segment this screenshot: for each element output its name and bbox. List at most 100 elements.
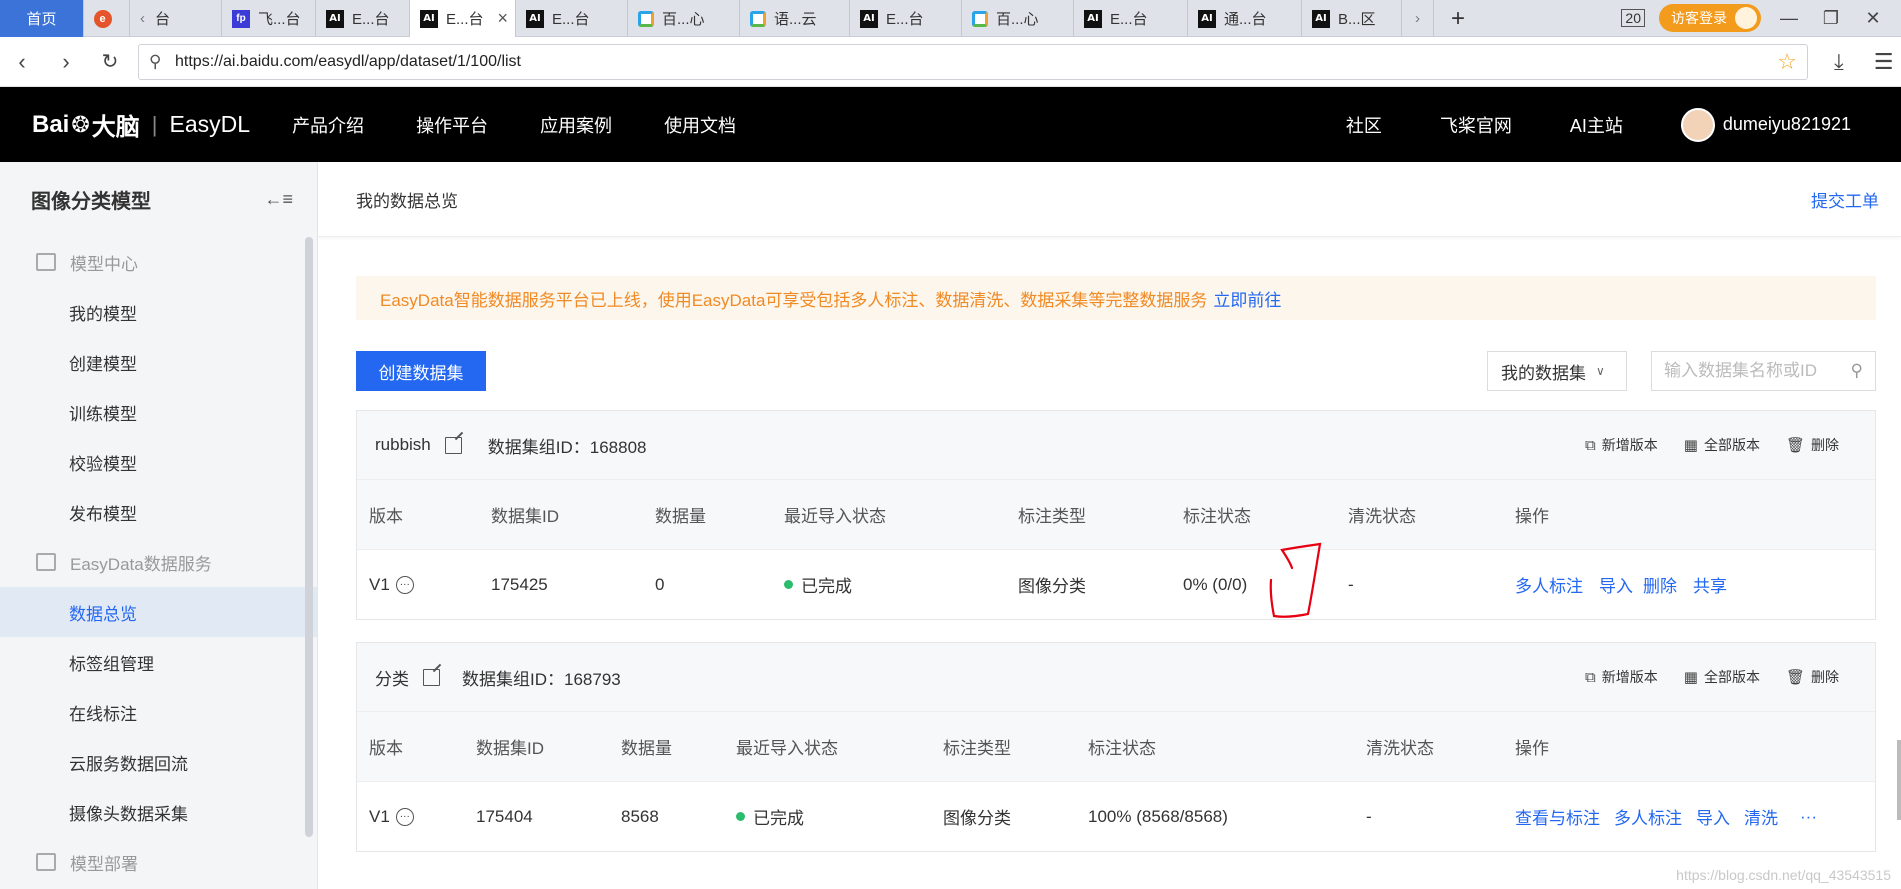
search-icon[interactable]: ⚲ [1851,361,1863,381]
tab-home[interactable]: 首页 [0,0,84,37]
add-version-button[interactable]: ⧉ 新增版本 [1585,667,1658,687]
restore-icon[interactable]: ❐ [1817,8,1845,29]
forward-icon[interactable]: › [44,49,88,75]
tab-label: 语...云 [774,11,817,28]
nav-community[interactable]: 社区 [1346,112,1382,138]
view-annotate-link[interactable]: 查看与标注 [1515,804,1600,829]
all-versions-button[interactable]: ▦ 全部版本 [1684,667,1760,687]
import-status-text: 已完成 [801,577,852,596]
baidu-brain-logo[interactable]: Bai ❂ 大脑 | EasyDL [32,107,250,142]
tab-scroll-right-icon[interactable]: › [1402,0,1434,37]
clean-link[interactable]: 清洗 [1744,804,1778,829]
nav-platform[interactable]: 操作平台 [416,112,488,138]
tab-label: 通...台 [1224,11,1267,28]
collapse-menu-icon[interactable]: ←≡ [264,189,293,210]
col-header: 版本 [369,507,403,526]
delete-group-button[interactable]: 🗑 删除 [1786,435,1839,455]
sidebar-item-data-overview[interactable]: 数据总览 [0,587,317,637]
tab-3[interactable]: fp 飞...台 [222,0,316,37]
more-icon[interactable]: ··· [395,807,414,826]
create-dataset-button[interactable]: 创建数据集 [356,351,486,391]
delete-link[interactable]: 删除 [1643,572,1677,597]
sidebar-item-camera-collection[interactable]: 摄像头数据采集 [0,787,317,837]
url-input[interactable]: ⚲ https://ai.baidu.com/easydl/app/datase… [138,43,1808,80]
sidebar-item-validate-model[interactable]: 校验模型 [0,437,317,487]
sidebar-item-my-models[interactable]: 我的模型 [0,287,317,337]
tab-13[interactable]: AI B...区 [1302,0,1402,37]
import-link[interactable]: 导入 [1599,572,1633,597]
menu-icon[interactable]: ☰ [1874,49,1894,75]
tab-red-app[interactable]: e [84,0,130,37]
submit-ticket-link[interactable]: 提交工单 [1811,187,1879,212]
sidebar-item-online-annotation[interactable]: 在线标注 [0,687,317,737]
tab-11[interactable]: AI E...台 [1074,0,1188,37]
import-link[interactable]: 导入 [1696,804,1730,829]
sidebar-item-cloud-backflow[interactable]: 云服务数据回流 [0,737,317,787]
close-icon[interactable]: × [498,8,509,29]
multi-annotate-link[interactable]: 多人标注 [1614,804,1682,829]
download-icon[interactable]: ⤓ [1834,49,1844,75]
ai-icon: AI [526,9,544,28]
visitor-login-button[interactable]: 访客登录 [1659,4,1761,32]
page-scrollbar[interactable] [1897,740,1901,820]
tab-10[interactable]: 百...心 [962,0,1074,37]
nav-paddle[interactable]: 飞桨官网 [1440,112,1512,138]
visitor-login-label: 访客登录 [1671,10,1727,26]
new-tab-plus-icon[interactable]: + [1434,0,1482,37]
nav-docs[interactable]: 使用文档 [664,112,736,138]
main-content: 我的数据总览 提交工单 EasyData智能数据服务平台已上线，使用EasyDa… [318,162,1901,889]
watermark: https://blog.csdn.net/qq_43543515 [1676,867,1891,883]
star-icon[interactable]: ☆ [1777,49,1797,75]
label-status: 100% (8568/8568) [1088,806,1228,826]
more-ops-icon[interactable]: ··· [1800,807,1817,827]
notice-go-link[interactable]: 立即前往 [1213,286,1281,311]
version-label: V1 [369,806,390,826]
sidebar-group-easydata[interactable]: EasyData数据服务 [0,537,317,587]
ai-icon: AI [326,9,344,28]
tab-2[interactable]: ‹ 台 [130,0,222,37]
page-title: 我的数据总览 [356,191,458,211]
sidebar-group-model-center[interactable]: 模型中心 [0,237,317,287]
sidebar-scrollbar[interactable] [305,237,313,837]
tab-8[interactable]: 语...云 [740,0,850,37]
all-versions-button[interactable]: ▦ 全部版本 [1684,435,1760,455]
sidebar-item-label-groups[interactable]: 标签组管理 [0,637,317,687]
reload-icon[interactable]: ↻ [88,49,132,74]
edit-icon[interactable] [423,668,440,686]
tab-12[interactable]: AI 通...台 [1188,0,1302,37]
tab-4[interactable]: AI E...台 [316,0,410,37]
tab-7[interactable]: 百...心 [628,0,740,37]
group-label: 模型部署 [70,854,138,874]
edit-icon[interactable] [444,436,462,454]
nav-cases[interactable]: 应用案例 [540,112,612,138]
search-input[interactable] [1664,361,1834,381]
tab-6[interactable]: AI E...台 [516,0,628,37]
notice-text: EasyData智能数据服务平台已上线，使用EasyData可享受包括多人标注、… [380,290,1208,310]
share-link[interactable]: 共享 [1693,572,1727,597]
sidebar-item-create-model[interactable]: 创建模型 [0,337,317,387]
close-window-icon[interactable]: ✕ [1859,8,1887,29]
sidebar-group-deploy[interactable]: 模型部署 [0,837,317,887]
delete-group-button[interactable]: 🗑 删除 [1786,667,1839,687]
sidebar-item-train-model[interactable]: 训练模型 [0,387,317,437]
more-icon[interactable]: ··· [395,575,414,594]
avatar [1735,7,1757,29]
ai-icon: AI [860,9,878,28]
tab-5-active[interactable]: AI E...台 × [410,0,516,37]
table-header-row: 版本 数据集ID 数据量 最近导入状态 标注类型 标注状态 清洗状态 操作 [357,479,1875,549]
add-version-button[interactable]: ⧉ 新增版本 [1585,435,1658,455]
minimize-icon[interactable]: — [1775,8,1803,29]
dataset-filter-select[interactable]: 我的数据集 ∨ [1487,351,1627,391]
tab-count-icon[interactable]: 20 [1621,9,1645,27]
trash-icon: 🗑 [1785,669,1805,686]
back-icon[interactable]: ‹ [0,49,44,75]
action-label: 全部版本 [1703,437,1760,453]
sidebar-item-publish-model[interactable]: 发布模型 [0,487,317,537]
multi-annotate-link[interactable]: 多人标注 [1515,572,1583,597]
nav-ai-main[interactable]: AI主站 [1570,112,1623,138]
dataset-id: 175425 [491,574,548,594]
user-menu[interactable]: dumeiyu821921 [1680,107,1851,142]
tab-9[interactable]: AI E...台 [850,0,962,37]
nav-product-intro[interactable]: 产品介绍 [292,112,364,138]
dataset-name: 分类 [375,669,409,689]
